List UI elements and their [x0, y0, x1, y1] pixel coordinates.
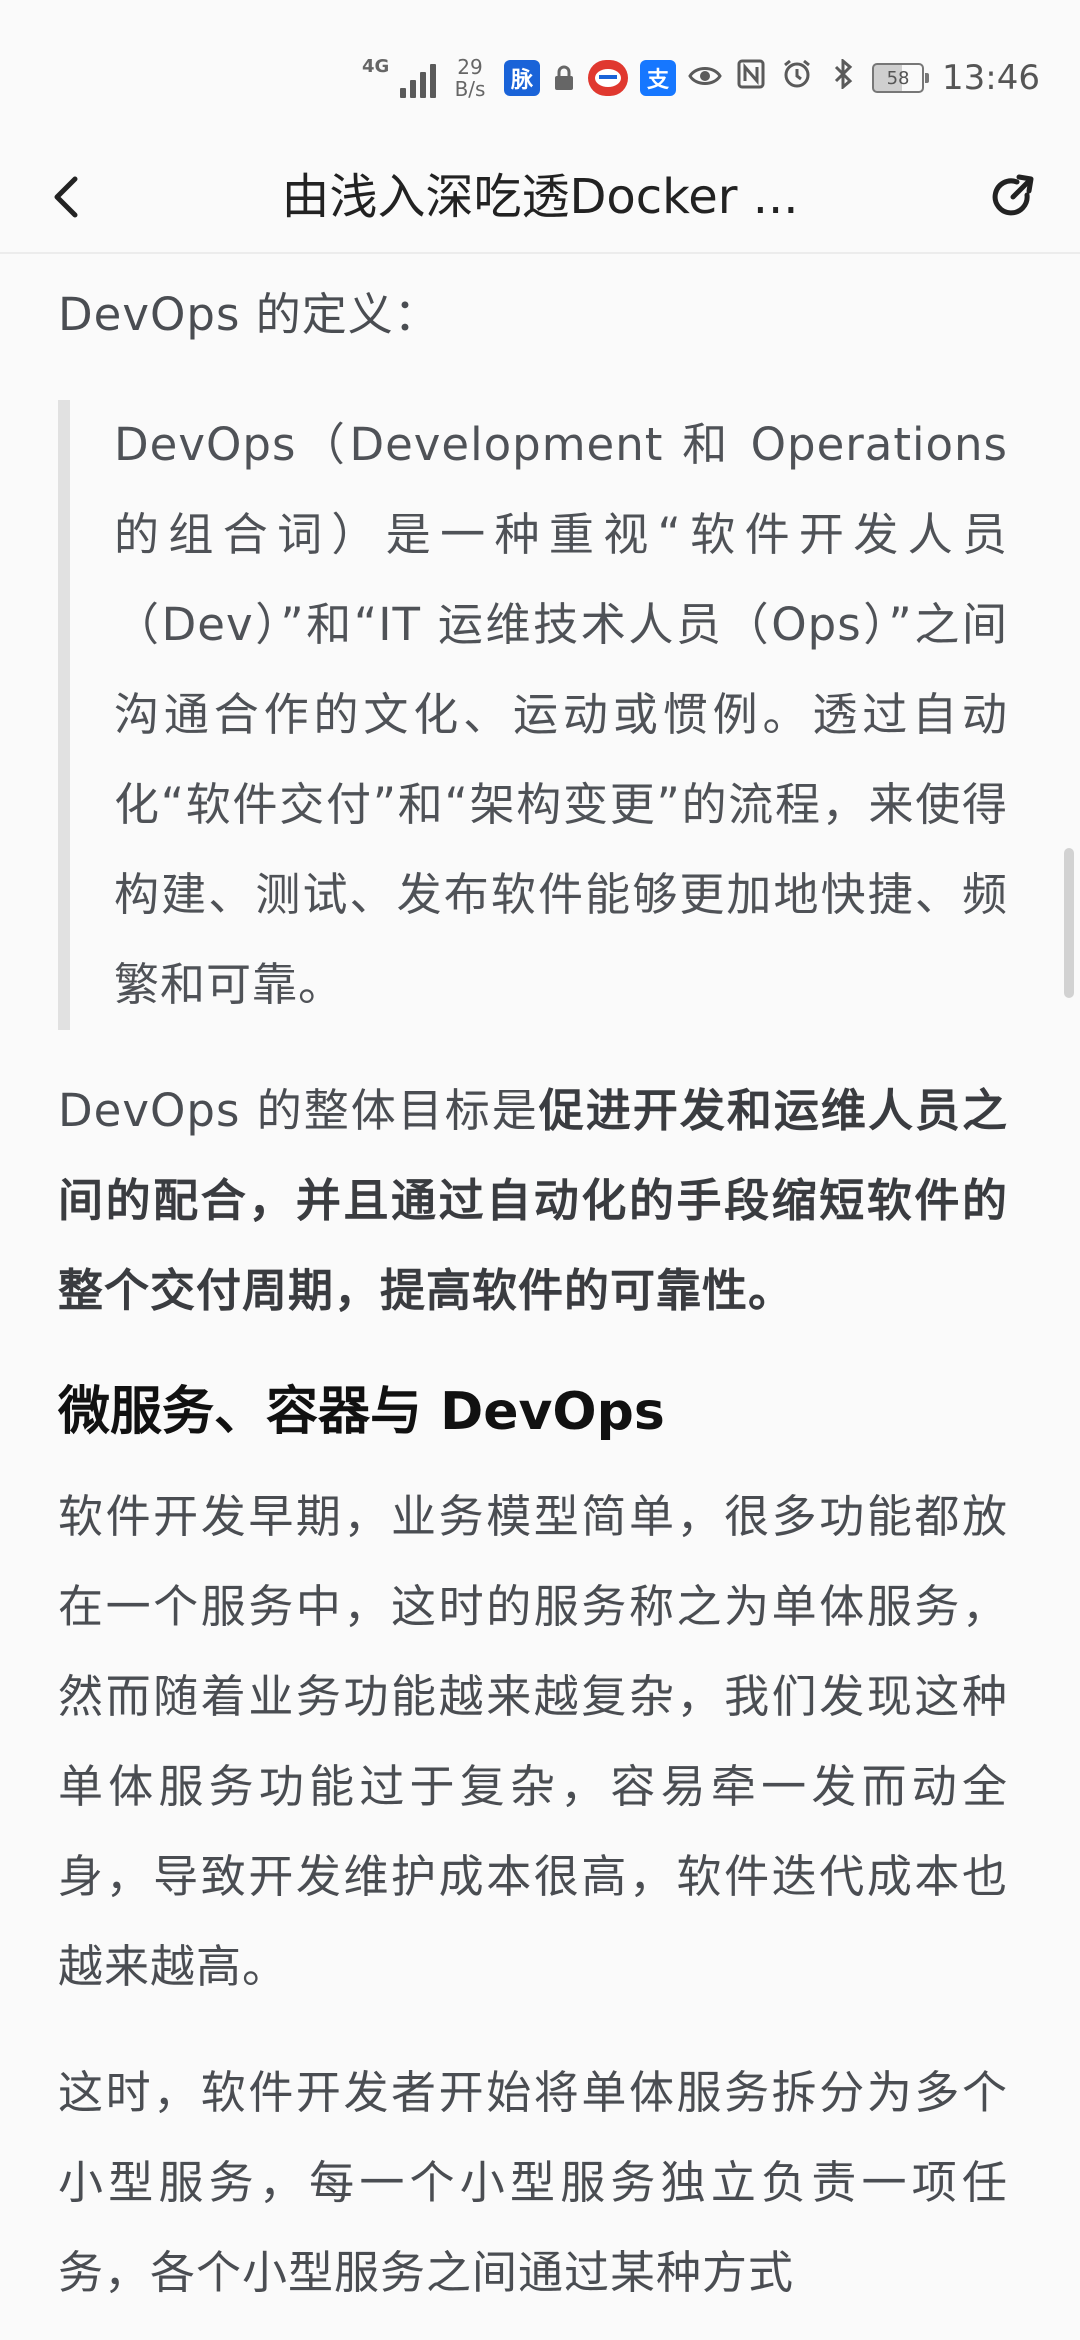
share-icon — [992, 174, 1034, 216]
nfc-icon — [734, 59, 768, 97]
section-heading: 微服务、容器与 DevOps — [58, 1382, 665, 1442]
devops-goal-paragraph: DevOps 的整体目标是促进开发和运维人员之间的配合，并且通过自动化的手段缩短… — [58, 1066, 1008, 1336]
status-time: 13:46 — [942, 58, 1040, 98]
battery-icon: 58 — [872, 63, 930, 93]
share-button[interactable] — [980, 164, 1046, 230]
status-bar: 4G 29 B/s 脉 支 58 13:46 — [0, 0, 1080, 140]
app-header: 由浅入深吃透Docker ... — [0, 140, 1080, 254]
signal-icon: 4G — [362, 58, 437, 98]
goal-prefix: DevOps 的整体目标是 — [58, 1084, 539, 1137]
page-title: 由浅入深吃透Docker ... — [281, 169, 799, 225]
alipay-app-icon: 支 — [640, 60, 677, 96]
lock-icon — [552, 63, 576, 93]
back-button[interactable] — [34, 164, 100, 230]
microservice-paragraph-2: 这时，软件开发者开始将单体服务拆分为多个小型服务，每一个小型服务独立负责一项任务… — [58, 2066, 1008, 2299]
railway-app-icon — [588, 60, 629, 96]
scrollbar[interactable] — [1064, 848, 1074, 998]
net-speed-value: 29 — [457, 55, 483, 79]
back-arrow-icon — [54, 176, 78, 218]
article-content: DevOps 的定义： DevOps（Development 和 Operati… — [58, 256, 1008, 2318]
devops-definition-intro: DevOps 的定义： — [58, 288, 440, 341]
status-icons: 4G 29 B/s 脉 支 58 13:46 — [362, 48, 1040, 108]
net-speed: 29 B/s — [448, 56, 492, 100]
alarm-icon — [780, 59, 814, 97]
quote-text: DevOps（Development 和 Operations 的组合词）是一种… — [114, 418, 1008, 1011]
maimai-app-icon: 脉 — [504, 60, 541, 96]
battery-level: 58 — [886, 67, 910, 89]
eye-icon — [688, 61, 722, 96]
bluetooth-icon — [826, 57, 860, 97]
microservice-paragraph-1: 软件开发早期，业务模型简单，很多功能都放在一个服务中，这时的服务称之为单体服务，… — [58, 1490, 1008, 1993]
devops-definition-quote: DevOps（Development 和 Operations 的组合词）是一种… — [58, 400, 1008, 1030]
network-type: 4G — [362, 56, 390, 77]
net-speed-unit: B/s — [454, 77, 486, 101]
